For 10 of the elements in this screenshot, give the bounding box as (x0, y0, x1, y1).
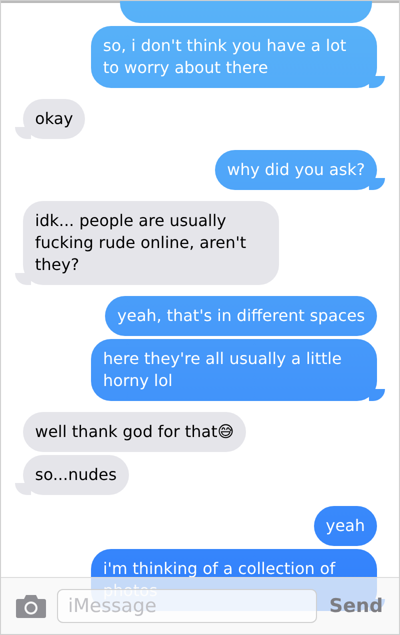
message-bubble: okay (23, 99, 86, 139)
message-bubble: here they're all usually a little horny lol (91, 339, 377, 401)
camera-icon[interactable] (15, 593, 47, 619)
message-bubble: why did you ask? (214, 150, 377, 190)
message-bubble: yeah (314, 506, 377, 546)
message-bubble: yeah, that's in different spaces (105, 296, 377, 336)
message-bubble: idk... people are usually fucking rude online, aren't they? (23, 201, 279, 285)
message-bubble: so...nudes (23, 455, 129, 495)
message-bubble: so, i don't think you have a lot to worry about there (91, 26, 377, 88)
message-bubble: well thank god for that😅 (23, 412, 246, 452)
